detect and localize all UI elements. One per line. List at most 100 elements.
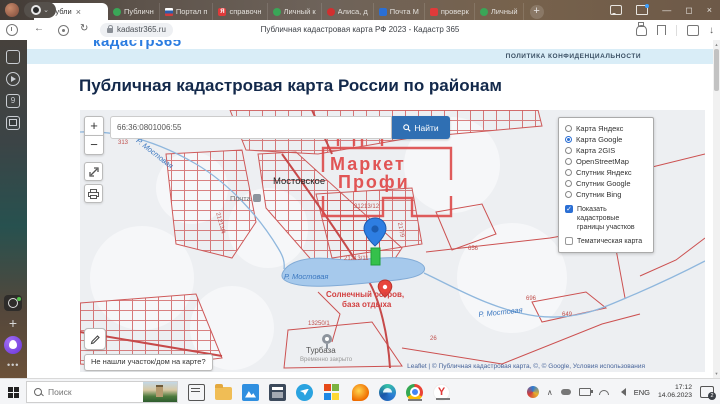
site-logo[interactable]: кадастр365 [93, 40, 182, 49]
protect-icon[interactable] [58, 25, 69, 36]
user-avatar[interactable] [5, 3, 19, 17]
browser-sidebar: 9 + ••• [0, 40, 27, 378]
scroll-thumb[interactable] [714, 49, 719, 91]
video-icon[interactable] [6, 72, 20, 86]
layer-option-bing-sat[interactable]: Спутник Bing [565, 189, 647, 200]
notification-center-icon[interactable]: 2 [700, 386, 716, 400]
map-parcel-number: 696 [526, 296, 537, 302]
search-highlight-image[interactable] [143, 382, 177, 402]
layer-option-yandex-map[interactable]: Карта Яндекс [565, 123, 647, 134]
new-tab-button[interactable]: + [529, 5, 544, 19]
map-layers-panel: Карта Яндекс Карта Google Карта 2GIS Ope… [558, 117, 654, 254]
search-button-label: Найти [414, 122, 439, 133]
page-scrollbar[interactable]: ▲ ▼ [713, 40, 720, 378]
map-attribution[interactable]: Leaflet | © Публичная кадастровая карта,… [407, 363, 645, 370]
taskbar-search-input[interactable] [46, 386, 143, 398]
network-icon[interactable] [598, 389, 609, 395]
scroll-down-icon[interactable]: ▼ [713, 371, 720, 376]
tab-favicon [113, 7, 121, 16]
tab-favicon [272, 7, 281, 16]
layer-option-2gis-map[interactable]: Карта 2GIS [565, 145, 647, 156]
restore-button[interactable]: ◻ [685, 5, 692, 15]
file-explorer-icon[interactable] [215, 383, 232, 400]
scroll-up-icon[interactable]: ▲ [713, 42, 720, 47]
tray-app-icon[interactable] [526, 386, 539, 398]
collections-icon[interactable] [687, 24, 699, 36]
calculator-app-icon[interactable] [269, 383, 286, 401]
side-panel-icon[interactable] [636, 4, 650, 15]
tab-label: проверк [440, 7, 469, 16]
map-label-river-2: Р. Мостовая [284, 272, 329, 281]
running-indicator [408, 398, 422, 401]
measure-button[interactable] [84, 162, 103, 181]
edge-browser-icon[interactable] [379, 383, 396, 401]
chrome-browser-icon[interactable] [406, 383, 423, 401]
edit-button[interactable] [84, 328, 106, 350]
telegram-app-icon[interactable] [296, 383, 313, 401]
tab-portal[interactable]: Портал п [160, 3, 214, 20]
office-app-icon[interactable] [323, 383, 342, 402]
add-panel-icon[interactable]: + [5, 316, 21, 332]
map-parcel-number: 26 [430, 336, 437, 342]
alice-assistant-icon[interactable] [4, 336, 22, 354]
zoom-in-button[interactable]: + [84, 116, 104, 136]
bookmark-icon[interactable] [657, 25, 666, 35]
zoom-out-button[interactable]: − [84, 135, 104, 155]
yandex-browser-icon[interactable]: Y [433, 383, 450, 401]
battery-icon[interactable] [578, 388, 593, 396]
tab-publichnaya[interactable]: Публичн [108, 3, 160, 20]
services-9-icon[interactable]: 9 [6, 94, 20, 108]
tab-close-icon[interactable]: × [76, 7, 81, 17]
map-search-button[interactable]: Найти [392, 116, 450, 139]
url-text: kadastr365.ru [117, 25, 166, 34]
checkbox-cadastral-borders[interactable]: Показать кадастровые границы участков [565, 205, 647, 232]
tab-favicon: Я [218, 7, 227, 16]
tab-lichny-1[interactable]: Личный к [268, 3, 322, 20]
layer-option-osm[interactable]: OpenStreetMap [565, 156, 647, 167]
more-icon[interactable]: ••• [7, 360, 19, 370]
print-button[interactable] [84, 184, 103, 203]
screenshot-icon[interactable] [6, 116, 20, 130]
layer-option-google-sat[interactable]: Спутник Google [565, 178, 647, 189]
checkbox-thematic-map[interactable]: Тематическая карта [565, 237, 647, 246]
map-parcel-number: 649 [562, 312, 573, 318]
tab-alisa[interactable]: Алиса, д [322, 3, 374, 20]
reload-icon[interactable]: ↻ [80, 23, 88, 34]
profile-add-icon[interactable] [4, 295, 22, 311]
privacy-link[interactable]: ПОЛИТИКА КОНФИДЕНЦИАЛЬНОСТИ [506, 53, 641, 60]
start-button[interactable] [0, 379, 26, 404]
tab-pochta[interactable]: Почта М [374, 3, 425, 20]
taskbar-clock[interactable]: 17:12 14.06.2023 [658, 384, 692, 401]
tray-expand-icon[interactable]: ∧ [547, 388, 553, 397]
cadastral-search-input[interactable] [110, 116, 392, 139]
windows-logo-icon [7, 386, 19, 398]
assistant-app-icon[interactable] [352, 383, 369, 401]
tab-spravochnik[interactable]: Я справочн [213, 3, 268, 20]
radio-icon [565, 136, 572, 143]
onedrive-icon[interactable] [560, 389, 571, 395]
task-view-button[interactable] [188, 383, 205, 401]
clock-time: 17:12 [674, 383, 692, 391]
taskbar-search[interactable] [26, 381, 178, 403]
photos-app-icon[interactable] [242, 383, 259, 401]
tab-lichny-2[interactable]: Личный [475, 3, 524, 20]
language-indicator[interactable]: ENG [634, 388, 650, 397]
tab-proverka[interactable]: проверк [425, 3, 475, 20]
running-indicator [436, 397, 450, 400]
tableau-icon[interactable] [6, 50, 20, 64]
minimize-button[interactable]: — [662, 5, 671, 15]
history-icon[interactable] [6, 24, 18, 36]
not-found-button[interactable]: Не нашли участок/дом на карте? [84, 354, 213, 371]
close-button[interactable]: × [707, 5, 712, 15]
url-bar[interactable]: kadastr365.ru [100, 22, 173, 37]
map[interactable]: Мостовское Почта Р. Мостовая Р. Мостовая… [80, 110, 705, 372]
checkbox-icon [565, 205, 573, 213]
volume-icon[interactable] [617, 388, 626, 396]
chat-icon[interactable] [610, 5, 623, 15]
browser-profile-button[interactable]: ⌄ [24, 2, 56, 18]
back-icon[interactable]: ← [34, 23, 44, 34]
layer-option-yandex-sat[interactable]: Спутник Яндекс [565, 167, 647, 178]
download-icon[interactable]: ↓ [709, 25, 714, 36]
tab-label: Личный [490, 7, 518, 16]
layer-option-google-map[interactable]: Карта Google [565, 134, 647, 145]
